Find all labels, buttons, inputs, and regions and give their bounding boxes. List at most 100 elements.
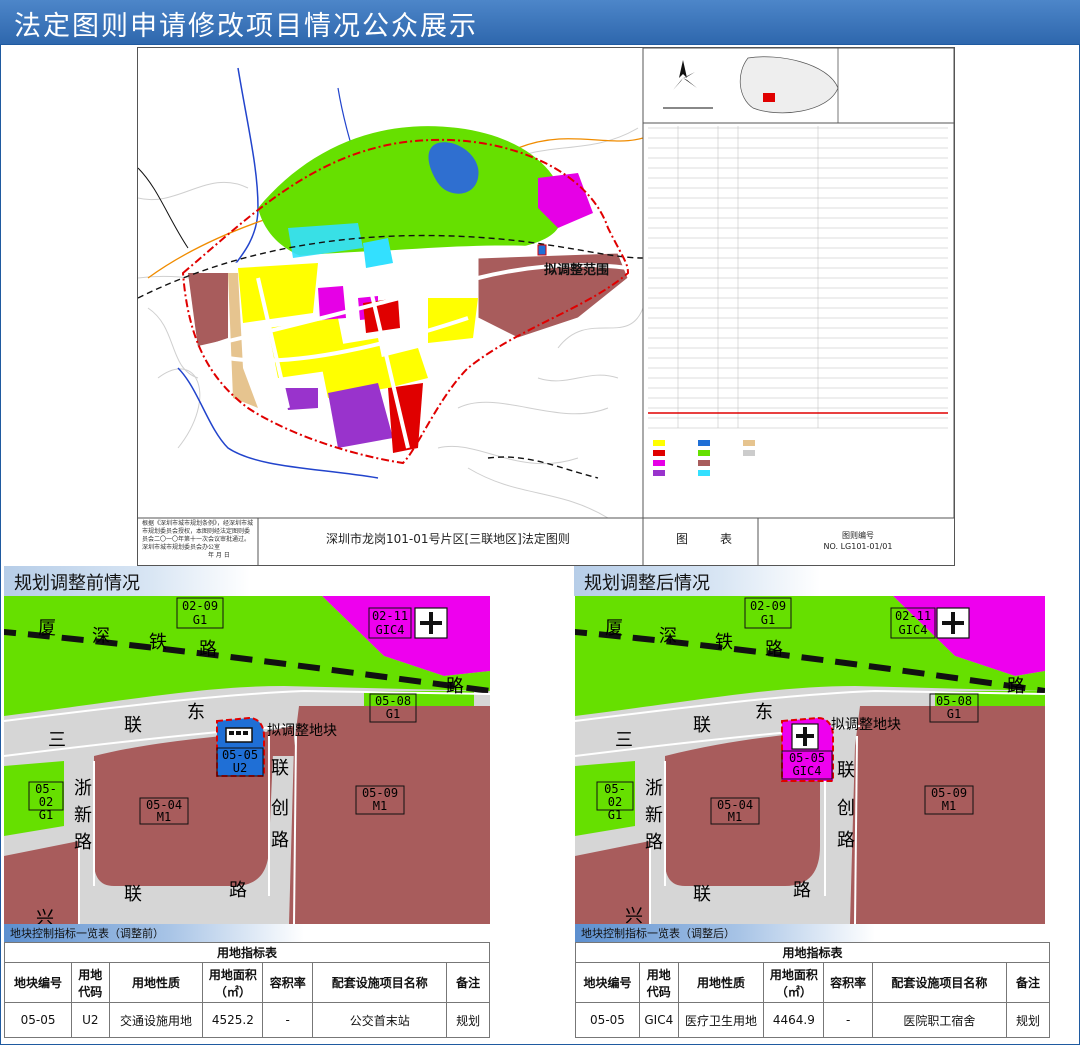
col-header: 容积率 <box>823 962 873 1003</box>
parcel-label-05-08: 05-08 G1 <box>935 694 973 721</box>
table-cell: 4464.9 <box>763 1002 825 1038</box>
col-header: 用地面积（㎡） <box>202 962 264 1003</box>
col-header: 配套设施项目名称 <box>312 962 448 1003</box>
road-label: 路 <box>271 830 289 851</box>
after-heading: 规划调整后情况 <box>584 573 710 594</box>
after-heading-bar: 规划调整后情况 <box>574 566 820 596</box>
road-label: 联 <box>837 760 855 781</box>
before-table-caption: 地块控制指标一览表（调整前） <box>10 927 164 940</box>
road-label: 联 <box>124 715 142 736</box>
after-table-caption: 地块控制指标一览表（调整后） <box>581 927 735 940</box>
road-label: 路 <box>793 880 811 901</box>
road-label: 创 <box>271 798 289 819</box>
parcel-label-05-02: 05-02 G1 <box>35 782 57 822</box>
table-cell: 医院职工宿舍 <box>871 1002 1007 1038</box>
road-label: 铁 <box>715 632 733 653</box>
adjust-parcel-label: 拟调整地块 <box>267 723 337 739</box>
before-heading-bar: 规划调整前情况 <box>4 566 250 596</box>
plan-name: 深圳市龙岗101-01号片区[三联地区]法定图则 <box>326 532 570 546</box>
parcel-label-05-09: 05-09 M1 <box>930 786 968 813</box>
parcel-label-02-09: 02-09 G1 <box>749 599 787 627</box>
road-label: 路 <box>74 832 92 853</box>
col-header: 用地性质 <box>677 962 765 1003</box>
table-cell: 05-05 <box>3 1002 73 1038</box>
table-cell: 4525.2 <box>202 1002 264 1038</box>
road-label: 厦 <box>605 618 623 639</box>
zoning-plan-map <box>138 48 954 565</box>
road-label: 联 <box>693 884 711 905</box>
road-label: 路 <box>446 676 464 697</box>
table-cell: - <box>823 1002 873 1038</box>
col-header: 用地代码 <box>638 962 679 1003</box>
road-label: 联 <box>271 758 289 779</box>
col-header: 备注 <box>1005 962 1051 1003</box>
table-cell: 规划 <box>446 1002 490 1038</box>
road-label: 路 <box>645 832 663 853</box>
approval-stamp-text: 根据《深圳市城市规划条例》，经深圳市城市规划委员会授权，本图则经法定图则委员会二… <box>142 520 254 551</box>
table-cell: GIC4 <box>638 1002 679 1038</box>
road-label: 路 <box>199 639 217 660</box>
table-cell: 规划 <box>1005 1002 1051 1038</box>
before-heading: 规划调整前情况 <box>14 573 140 594</box>
col-header: 容积率 <box>262 962 314 1003</box>
col-header: 地块编号 <box>575 962 640 1003</box>
road-label: 厦 <box>38 618 56 639</box>
col-header: 配套设施项目名称 <box>871 962 1007 1003</box>
plan-label-tu: 图 <box>676 532 689 546</box>
col-header: 用地代码 <box>71 962 110 1003</box>
before-index-table: 用地指标表 地块编号 用地代码 用地性质 用地面积（㎡） 容积率 配套设施项目名… <box>3 942 490 1038</box>
parcel-label-05-08: 05-08 G1 <box>374 694 412 721</box>
road-label: 路 <box>229 880 247 901</box>
parcel-label-02-09: 02-09 G1 <box>181 599 219 627</box>
parcel-label-02-11: 02-11 GIC4 <box>894 609 932 637</box>
before-table-title: 用地指标表 <box>4 942 490 963</box>
plan-label-biao: 表 <box>720 532 733 546</box>
after-table-title: 用地指标表 <box>575 942 1050 963</box>
table-cell: 公交首末站 <box>312 1002 448 1038</box>
adjust-parcel-label: 拟调整地块 <box>831 717 901 733</box>
road-label: 新 <box>645 805 663 826</box>
col-header: 备注 <box>446 962 490 1003</box>
road-label: 兴 <box>625 906 643 924</box>
after-index-table: 用地指标表 地块编号 用地代码 用地性质 用地面积（㎡） 容积率 配套设施项目名… <box>575 942 1051 1038</box>
parcel-label-05-04: 05-04 M1 <box>145 798 183 824</box>
parcel-label-05-09: 05-09 M1 <box>361 786 399 813</box>
zoning-plan-sheet: 根据《深圳市城市规划条例》，经深圳市城市规划委员会授权，本图则经法定图则委员会二… <box>137 47 955 566</box>
road-label: 深 <box>659 626 677 647</box>
road-label: 路 <box>837 830 855 851</box>
road-label: 新 <box>74 805 92 826</box>
table-cell: - <box>262 1002 314 1038</box>
parcel-label-05-02: 05-02 G1 <box>604 782 626 822</box>
road-label: 三 <box>615 730 633 751</box>
road-label: 路 <box>1007 676 1025 697</box>
road-label: 浙 <box>645 778 663 799</box>
road-label: 铁 <box>149 632 167 653</box>
road-label: 联 <box>693 715 711 736</box>
before-table-caption-bar: 地块控制指标一览表（调整前） <box>4 924 304 942</box>
road-label: 兴 <box>36 908 54 924</box>
parcel-label-05-04: 05-04 M1 <box>716 798 754 824</box>
parcel-label-02-11: 02-11 GIC4 <box>371 609 409 637</box>
after-detail-map: 厦 深 铁 路 三 联 东 路 联 创 路 联 路 浙 新 路 兴 拟调整地块 … <box>575 596 1045 924</box>
road-label: 深 <box>92 626 110 647</box>
before-detail-map: 厦 深 铁 路 三 联 东 路 联 创 路 联 路 浙 新 路 兴 拟调整地块 … <box>4 596 490 924</box>
after-table-caption-bar: 地块控制指标一览表（调整后） <box>575 924 875 942</box>
table-cell: U2 <box>71 1002 110 1038</box>
road-label: 东 <box>755 702 773 723</box>
col-header: 用地性质 <box>108 962 204 1003</box>
table-cell: 医疗卫生用地 <box>677 1002 765 1038</box>
title-bar: 法定图则申请修改项目情况公众展示 <box>0 0 1080 44</box>
road-label: 浙 <box>74 778 92 799</box>
parcel-label-05-05: 05-05 U2 <box>221 748 259 775</box>
table-cell: 05-05 <box>575 1002 640 1038</box>
road-label: 创 <box>837 798 855 819</box>
page-title: 法定图则申请修改项目情况公众展示 <box>14 11 478 42</box>
road-label: 东 <box>187 702 205 723</box>
col-header: 用地面积（㎡） <box>763 962 825 1003</box>
approval-date: 年 月 日 <box>208 552 230 559</box>
road-label: 联 <box>124 884 142 905</box>
plan-number-label: 图则编号 <box>842 531 874 540</box>
table-cell: 交通设施用地 <box>108 1002 204 1038</box>
road-label: 路 <box>765 639 783 660</box>
parcel-label-05-05: 05-05 GIC4 <box>788 751 826 778</box>
